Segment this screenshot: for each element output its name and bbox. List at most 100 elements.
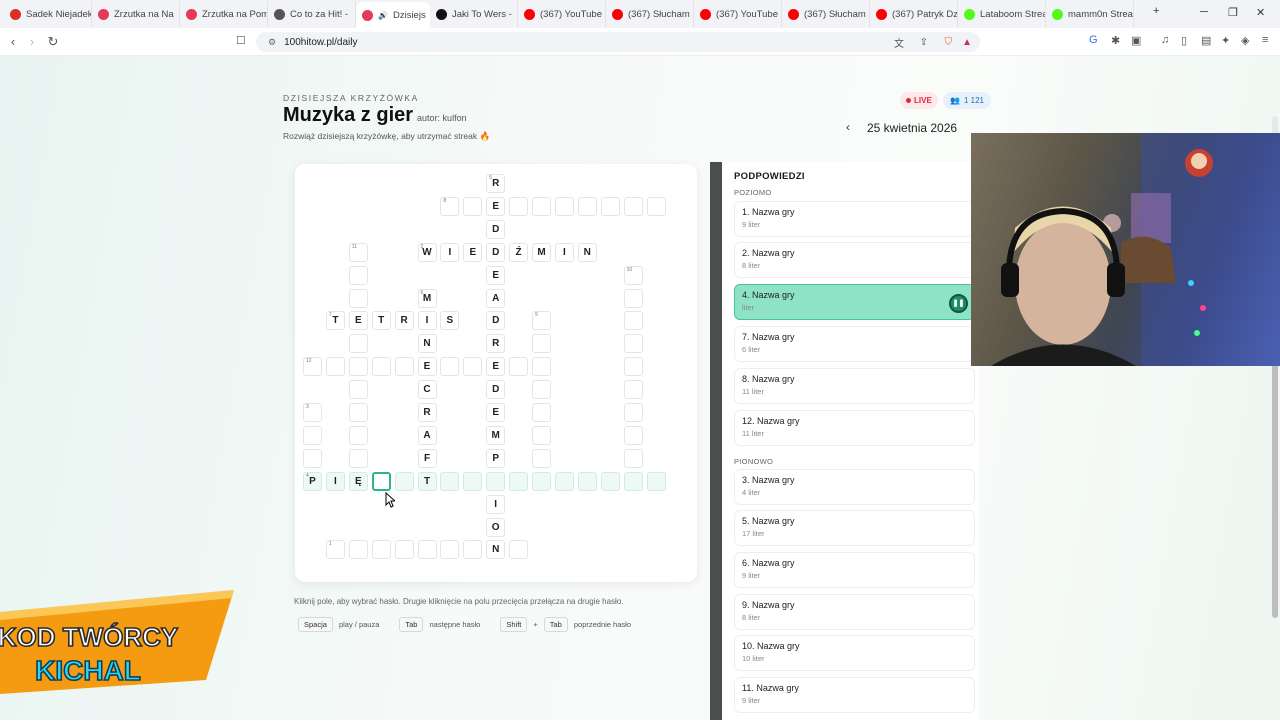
browser-tab[interactable]: Co to za Hit! - (268, 1, 356, 27)
clue-item[interactable]: 1. Nazwa gry 9 liter (734, 201, 975, 237)
grid-cell[interactable]: I (486, 494, 506, 514)
previous-day-chevron-icon[interactable]: ‹ (846, 120, 850, 134)
grid-cell[interactable] (577, 196, 597, 216)
grid-cell[interactable]: F (417, 448, 437, 468)
clue-item[interactable]: 2. Nazwa gry 8 liter (734, 242, 975, 278)
grid-cell[interactable]: Ę (348, 471, 368, 491)
grid-cell[interactable] (394, 357, 414, 377)
grid-cell[interactable] (532, 471, 551, 491)
grid-cell[interactable] (371, 357, 391, 377)
grid-cell[interactable]: I (325, 471, 345, 491)
forward-button[interactable]: › (22, 34, 42, 49)
translate-extension-icon[interactable]: G (1089, 34, 1098, 46)
active-grid-cell[interactable] (371, 471, 391, 491)
grid-cell[interactable]: D (486, 242, 506, 262)
grid-cell[interactable] (509, 471, 529, 491)
grid-cell[interactable]: R (486, 334, 506, 354)
grid-cell[interactable] (623, 196, 643, 216)
grid-cell[interactable] (554, 471, 574, 491)
grid-cell[interactable]: E (486, 357, 506, 377)
grid-cell[interactable]: E (348, 311, 368, 331)
browser-tab[interactable]: mamm0n Strea (1046, 1, 1134, 27)
grid-cell[interactable] (623, 403, 643, 422)
active-clue[interactable]: 4. Nazwa gry liter ❚❚ (734, 284, 975, 320)
grid-cell[interactable] (623, 288, 643, 308)
grid-cell[interactable]: R (394, 311, 414, 331)
grid-cell[interactable]: 11 (348, 242, 368, 262)
clue-item[interactable]: 10. Nazwa gry 10 liter (734, 635, 975, 671)
grid-cell[interactable]: P (486, 448, 506, 468)
bookmark-icon[interactable]: ☐ (236, 34, 246, 47)
grid-cell[interactable]: 3 (303, 403, 322, 422)
grid-cell[interactable]: 2W (417, 242, 437, 262)
grid-cell[interactable]: N (486, 540, 506, 560)
browser-tab[interactable]: (367) Patryk Dz (870, 1, 958, 27)
grid-cell[interactable]: T (417, 471, 437, 491)
minimize-button[interactable]: ─ (1200, 6, 1208, 18)
reload-button[interactable]: ↻ (43, 34, 63, 50)
grid-cell[interactable] (532, 334, 551, 354)
translate-icon[interactable]: 文 (894, 35, 904, 50)
pause-icon[interactable]: ❚❚ (949, 294, 968, 313)
grid-cell[interactable]: 6M (417, 288, 437, 308)
grid-cell[interactable] (554, 196, 574, 216)
grid-cell[interactable]: S (440, 311, 460, 331)
extensions-icon[interactable]: ✱ (1111, 34, 1120, 47)
grid-cell[interactable] (348, 403, 368, 422)
grid-cell[interactable] (623, 357, 643, 377)
browser-tab[interactable]: (367) Słucham (782, 1, 870, 27)
grid-cell[interactable] (371, 540, 391, 560)
browser-tab[interactable]: 🔊Dzisiejs✕ (356, 2, 430, 28)
grid-cell[interactable]: C (417, 380, 437, 400)
music-icon[interactable]: ♫ (1161, 34, 1169, 46)
grid-cell[interactable] (394, 471, 414, 491)
grid-cell[interactable]: 8 (440, 196, 460, 216)
grid-cell[interactable]: E (417, 357, 437, 377)
grid-cell[interactable]: I (554, 242, 574, 262)
grid-cell[interactable] (600, 471, 620, 491)
close-window-button[interactable]: ✕ (1256, 6, 1265, 19)
grid-cell[interactable]: D (486, 219, 506, 239)
grid-cell[interactable]: E (463, 242, 483, 262)
url-field[interactable]: ⚙ 100hitow.pl/daily 文 ⇪ ⛉ ▲ (256, 32, 980, 52)
grid-cell[interactable] (623, 425, 643, 445)
grid-cell[interactable]: 1 (325, 540, 345, 560)
grid-cell[interactable] (577, 471, 597, 491)
grid-cell[interactable] (623, 380, 643, 400)
grid-cell[interactable] (509, 357, 529, 377)
new-tab-button[interactable]: + (1143, 5, 1169, 17)
grid-cell[interactable] (646, 471, 666, 491)
grid-cell[interactable] (532, 380, 551, 400)
grid-cell[interactable] (463, 471, 483, 491)
grid-cell[interactable] (440, 357, 460, 377)
grid-cell[interactable]: M (532, 242, 551, 262)
grid-cell[interactable]: Ź (509, 242, 529, 262)
audio-playing-icon[interactable]: 🔊 (378, 11, 388, 20)
clue-item[interactable]: 12. Nazwa gry 11 liter (734, 410, 975, 446)
grid-cell[interactable] (303, 448, 322, 468)
grid-cell[interactable] (646, 196, 666, 216)
grid-cell[interactable] (532, 357, 551, 377)
grid-cell[interactable]: I (417, 311, 437, 331)
grid-cell[interactable]: I (440, 242, 460, 262)
menu-icon[interactable]: ≡ (1262, 34, 1268, 46)
screenshot-icon[interactable]: ▣ (1131, 34, 1141, 47)
clue-item[interactable]: 5. Nazwa gry 17 liter (734, 510, 975, 546)
grid-cell[interactable] (623, 334, 643, 354)
browser-tab[interactable]: Zrzutka na Pom (180, 1, 268, 27)
grid-cell[interactable]: O (486, 517, 506, 537)
grid-cell[interactable]: R (417, 403, 437, 422)
grid-cell[interactable] (348, 265, 368, 285)
grid-cell[interactable] (348, 357, 368, 377)
grid-cell[interactable]: 7T (325, 311, 345, 331)
grid-cell[interactable]: 12 (303, 357, 322, 377)
grid-cell[interactable]: 9 (532, 311, 551, 331)
grid-cell[interactable]: A (417, 425, 437, 445)
grid-cell[interactable]: E (486, 196, 506, 216)
grid-cell[interactable] (623, 471, 643, 491)
grid-cell[interactable] (463, 540, 483, 560)
grid-cell[interactable]: E (486, 265, 506, 285)
grid-cell[interactable]: 10 (623, 265, 643, 285)
browser-tab[interactable]: Zrzutka na Na (92, 1, 180, 27)
grid-cell[interactable] (348, 448, 368, 468)
